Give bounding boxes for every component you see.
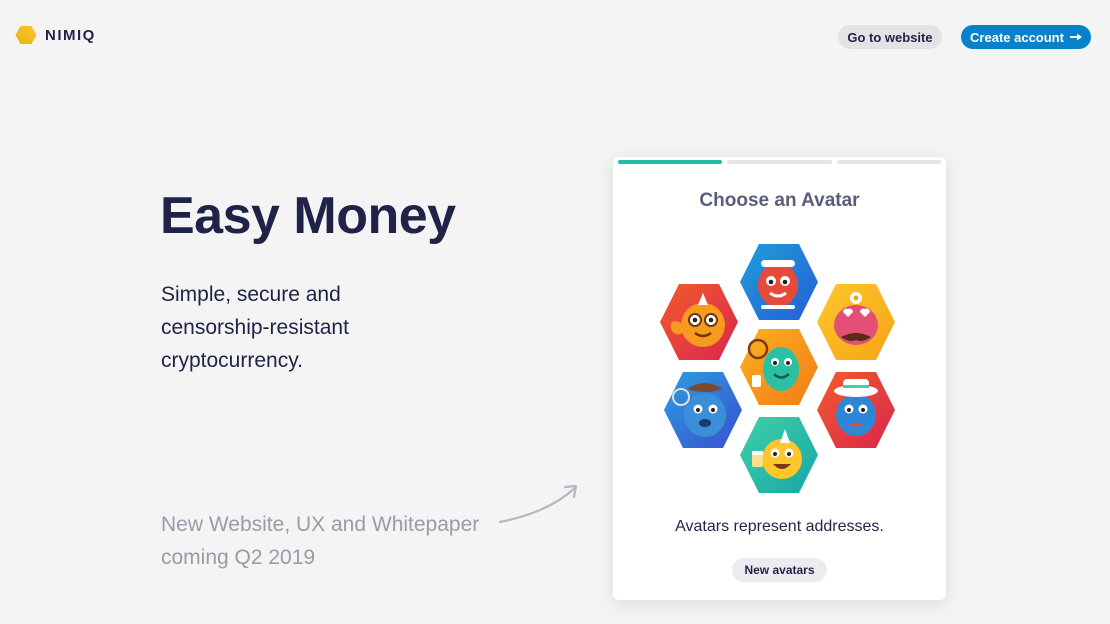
create-account-button[interactable]: Create account xyxy=(961,25,1091,49)
nimiq-logo[interactable]: NIMIQ xyxy=(15,25,96,45)
hero-title: Easy Money xyxy=(160,187,456,245)
avatar-3[interactable] xyxy=(817,284,895,360)
arrow-right-icon xyxy=(1069,33,1082,41)
avatar-5[interactable] xyxy=(664,372,742,448)
hero-subtitle: Simple, secure and censorship-resistant … xyxy=(161,283,349,372)
brand-name: NIMIQ xyxy=(45,26,96,44)
card-caption: Avatars represent addresses. xyxy=(675,518,884,535)
avatar-1[interactable] xyxy=(740,244,818,320)
news-announcement: New Website, UX and Whitepaper coming Q2… xyxy=(161,513,480,569)
avatar-7[interactable] xyxy=(740,417,818,493)
go-to-website-button[interactable]: Go to website xyxy=(838,25,942,49)
avatar-4[interactable] xyxy=(740,329,818,405)
avatar-card: Choose an Avatar Avatars represent addre… xyxy=(613,157,946,600)
avatar-2[interactable] xyxy=(660,284,738,360)
avatar-6[interactable] xyxy=(817,372,895,448)
curved-arrow-icon xyxy=(498,484,578,524)
nimiq-logo-icon xyxy=(15,26,37,44)
create-account-label: Create account xyxy=(970,29,1064,45)
new-avatars-button[interactable]: New avatars xyxy=(732,558,827,582)
